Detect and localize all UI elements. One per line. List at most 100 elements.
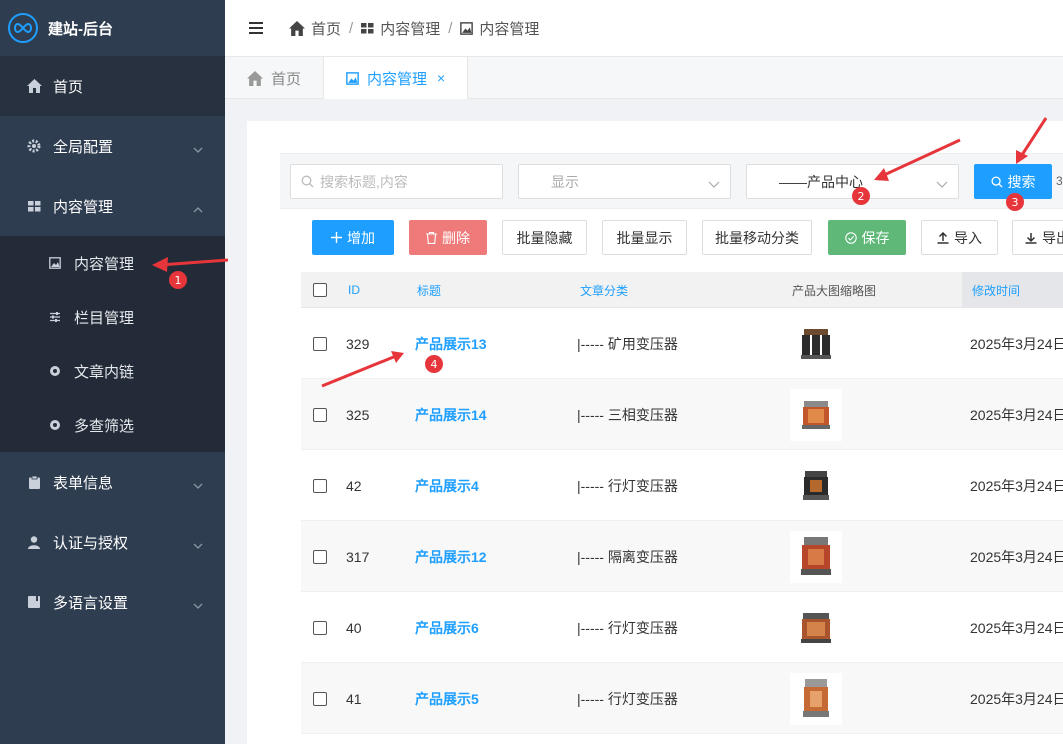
row-modified-time: 2025年3月24日 [970, 690, 1063, 707]
submenu-content: 内容管理 栏目管理 文章内链 多查筛选 [0, 236, 225, 452]
breadcrumb-current: 内容管理 [460, 18, 539, 39]
row-thumbnail[interactable] [790, 663, 842, 734]
content-panel: 搜索标题,内容 显示 ——产品中心 搜索 3 增加 删除 批量隐藏 批量显示 批… [247, 121, 1063, 744]
row-modified-time: 2025年3月24日 [970, 335, 1063, 352]
sidebar-subitem-multi-filter[interactable]: 多查筛选 [0, 398, 225, 452]
breadcrumb-label: 内容管理 [479, 20, 540, 38]
row-checkbox[interactable] [313, 663, 327, 734]
add-button[interactable]: 增加 [312, 220, 394, 255]
col-header-modified[interactable]: 修改时间 [962, 272, 1063, 308]
row-id: 40 [346, 619, 362, 636]
row-id: 41 [346, 690, 362, 707]
save-button-label: 保存 [861, 229, 890, 246]
export-button-label: 导出 [1042, 229, 1063, 246]
sidebar-subitem-content-manage[interactable]: 内容管理 [0, 236, 225, 290]
row-checkbox[interactable] [313, 450, 327, 521]
sliders-icon [48, 310, 62, 324]
brand-title: 建站-后台 [48, 20, 113, 38]
row-category: |----- 矿用变压器 [577, 335, 678, 352]
row-checkbox[interactable] [313, 592, 327, 663]
row-thumbnail[interactable] [790, 450, 842, 521]
row-checkbox[interactable] [313, 521, 327, 592]
row-title-link[interactable]: 产品展示4 [415, 450, 479, 521]
sidebar-subitem-label: 栏目管理 [74, 309, 135, 327]
table-row: 329 产品展示13 |----- 矿用变压器 2025年3月24日 [301, 308, 1063, 379]
col-header-id[interactable]: ID [348, 272, 360, 308]
row-modified-time: 2025年3月24日 [970, 477, 1063, 494]
breadcrumb-separator: / [349, 19, 354, 37]
import-button[interactable]: 导入 [921, 220, 998, 255]
tab-content-manage[interactable]: 内容管理 × [324, 57, 469, 99]
row-id: 329 [346, 335, 370, 352]
chevron-down-icon [936, 175, 948, 191]
delete-button-label: 删除 [442, 229, 470, 246]
row-thumbnail[interactable] [790, 521, 842, 592]
top-header: 首页 / 内容管理 / 内容管理 [225, 0, 1063, 57]
table-row: 325 产品展示14 |----- 三相变压器 2025年3月24日 [301, 379, 1063, 450]
grid-icon [26, 198, 42, 214]
row-title-link[interactable]: 产品展示12 [415, 521, 487, 592]
chevron-down-icon [193, 596, 203, 613]
search-input[interactable]: 搜索标题,内容 [290, 164, 503, 199]
sidebar: 建站-后台 首页 全局配置 内容管理 内容管理 栏目管理 文章内链 多查筛选 表… [0, 0, 225, 744]
col-header-title[interactable]: 标题 [417, 272, 441, 308]
annotation-marker: 4 [425, 355, 443, 373]
sidebar-item-label: 内容管理 [53, 198, 114, 216]
display-select[interactable]: 显示 [518, 164, 731, 199]
breadcrumb-home[interactable]: 首页 [289, 18, 341, 39]
table-row: 40 产品展示6 |----- 行灯变压器 2025年3月24日 [301, 592, 1063, 663]
row-thumbnail[interactable] [790, 379, 842, 450]
brand[interactable]: 建站-后台 [0, 0, 225, 56]
sidebar-subitem-label: 多查筛选 [74, 417, 135, 435]
sidebar-item-home[interactable]: 首页 [0, 56, 225, 116]
transformer-image-icon [802, 400, 830, 429]
sidebar-subitem-column-manage[interactable]: 栏目管理 [0, 290, 225, 344]
batch-move-button[interactable]: 批量移动分类 [702, 220, 812, 255]
sidebar-subitem-article-links[interactable]: 文章内链 [0, 344, 225, 398]
batch-hide-button[interactable]: 批量隐藏 [502, 220, 587, 255]
annotation-marker: 1 [169, 271, 187, 289]
select-all-checkbox[interactable] [313, 272, 327, 308]
breadcrumb: 首页 / 内容管理 / 内容管理 [289, 18, 539, 39]
sidebar-item-global-config[interactable]: 全局配置 [0, 116, 225, 176]
row-category: |----- 三相变压器 [577, 406, 678, 423]
row-title-link[interactable]: 产品展示6 [415, 592, 479, 663]
delete-button[interactable]: 删除 [409, 220, 487, 255]
save-button[interactable]: 保存 [828, 220, 906, 255]
tab-home[interactable]: 首页 [225, 57, 325, 99]
row-id: 42 [346, 477, 362, 494]
row-title-link[interactable]: 产品展示5 [415, 663, 479, 734]
link-icon [48, 364, 62, 378]
sidebar-item-forms[interactable]: 表单信息 [0, 452, 225, 512]
col-header-category[interactable]: 文章分类 [580, 272, 628, 308]
sidebar-item-language[interactable]: 多语言设置 [0, 572, 225, 632]
user-icon [26, 534, 42, 550]
export-button[interactable]: 导出 [1012, 220, 1063, 255]
breadcrumb-content[interactable]: 内容管理 [361, 18, 440, 39]
sidebar-subitem-label: 内容管理 [74, 255, 135, 273]
hamburger-menu-icon[interactable] [249, 19, 263, 37]
table-row: 42 产品展示4 |----- 行灯变压器 2025年3月24日 [301, 450, 1063, 521]
category-select-value: ——产品中心 [779, 173, 863, 190]
annotation-marker: 3 [1006, 193, 1024, 211]
transformer-image-icon [801, 328, 831, 359]
close-icon[interactable]: × [437, 70, 445, 86]
row-thumbnail[interactable] [790, 308, 842, 379]
check-circle-icon [844, 231, 857, 244]
row-modified-time: 2025年3月24日 [970, 406, 1063, 423]
image-icon [48, 256, 62, 270]
batch-show-button[interactable]: 批量显示 [602, 220, 687, 255]
search-icon [990, 175, 1003, 188]
row-thumbnail[interactable] [790, 592, 842, 663]
image-icon [346, 71, 359, 85]
sidebar-item-auth[interactable]: 认证与授权 [0, 512, 225, 572]
transformer-image-icon [801, 536, 831, 575]
breadcrumb-label: 首页 [311, 20, 342, 38]
row-checkbox[interactable] [313, 379, 327, 450]
sidebar-item-content[interactable]: 内容管理 [0, 176, 225, 236]
row-title-link[interactable]: 产品展示14 [415, 379, 487, 450]
row-checkbox[interactable] [313, 308, 327, 379]
sidebar-item-label: 全局配置 [53, 138, 114, 156]
batch-show-label: 批量显示 [616, 229, 673, 246]
transformer-image-icon [801, 612, 831, 643]
